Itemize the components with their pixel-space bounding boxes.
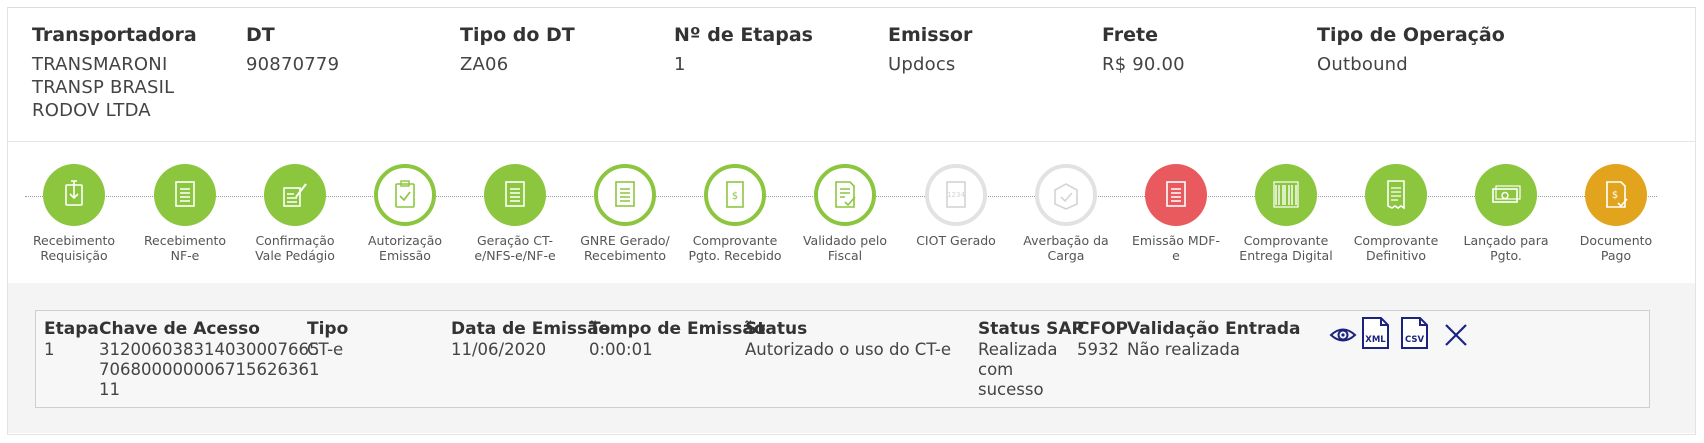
process-timeline: Recebimento Requisição Recebimento NF-e Conf… (8, 150, 1695, 280)
money-doc-icon: $ (726, 181, 744, 208)
eye-icon[interactable] (1328, 320, 1358, 350)
cell-data-emissao: 11/06/2020 (451, 340, 547, 359)
step-label-line: Documento (1579, 233, 1653, 248)
col-header-cfop: CFOP (1077, 319, 1128, 339)
step-status-circle: 1234 (925, 164, 987, 226)
etapa-table: Etapa Chave de Acesso Tipo Data de Emiss… (35, 310, 1650, 408)
document-icon (175, 181, 195, 207)
document-icon (615, 181, 635, 207)
col-header-etapa: Etapa (44, 319, 99, 339)
box-check-icon (1054, 183, 1078, 210)
step-status-circle (814, 164, 876, 226)
header-value: 90870779 (246, 54, 340, 75)
header-label: Tipo do DT (460, 24, 575, 46)
col-header-chave: Chave de Acesso (99, 319, 260, 339)
header-value: ZA06 (460, 54, 509, 75)
clipboard-check-icon (395, 180, 415, 208)
transport-header: Transportadora TRANSMARONI TRANSP BRASIL… (32, 22, 1692, 132)
receipt-icon (1387, 180, 1405, 210)
value-line: RODOV LTDA (32, 100, 151, 121)
chave-line: 706800000006715626361 (99, 360, 320, 379)
detail-section: Etapa Chave de Acesso Tipo Data de Emiss… (8, 283, 1695, 433)
document-icon (505, 181, 525, 207)
cell-status: Autorizado o uso do CT-e (745, 340, 952, 359)
header-num-etapas: Nº de Etapas 1 (674, 22, 894, 76)
col-header-status-sap: Status SAP (978, 319, 1084, 339)
header-label: Tipo de Operação (1317, 24, 1505, 46)
csv-label: CSV (1405, 335, 1425, 345)
svg-text:1234: 1234 (947, 191, 965, 199)
sign-form-icon (283, 183, 307, 207)
csv-file-icon[interactable]: CSV (1399, 316, 1429, 349)
timeline-step[interactable]: $ Documento Pago (1551, 164, 1681, 263)
document-icon (1166, 181, 1186, 207)
col-header-tipo: Tipo (307, 319, 349, 339)
header-value: TRANSMARONI TRANSP BRASIL RODOV LTDA (32, 53, 252, 122)
header-value: R$ 90.00 (1102, 54, 1185, 75)
step-status-circle (154, 164, 216, 226)
step-status-circle (264, 164, 326, 226)
header-label: Nº de Etapas (674, 24, 813, 46)
cell-chave-acesso: 312006038314030007665 706800000006715626… (99, 340, 319, 400)
header-tipo-dt: Tipo do DT ZA06 (460, 22, 680, 76)
step-status-circle (1255, 164, 1317, 226)
value-line: TRANSMARONI (32, 54, 168, 75)
col-header-status: Status (745, 319, 808, 339)
cell-validacao: Não realizada (1127, 340, 1241, 359)
step-status-circle (43, 164, 105, 226)
header-label: Emissor (888, 24, 973, 46)
svg-text:$: $ (1612, 190, 1618, 201)
ciot-doc-icon: 1234 (946, 181, 966, 208)
header-transportadora: Transportadora TRANSMARONI TRANSP BRASIL… (32, 22, 252, 122)
chave-line: 312006038314030007665 (99, 340, 320, 359)
step-status-circle (594, 164, 656, 226)
step-label-line: Pago (1600, 248, 1632, 263)
col-header-validacao: Validação Entrada (1127, 319, 1301, 339)
col-header-data-emissao: Data de Emissão (451, 319, 611, 339)
step-status-circle: $ (1585, 164, 1647, 226)
step-label: Documento Pago (1551, 233, 1681, 263)
cash-icon (1492, 185, 1521, 203)
step-status-circle: $ (704, 164, 766, 226)
header-label: Frete (1102, 24, 1158, 46)
status-sap-line: com (978, 360, 1014, 379)
section-divider (8, 141, 1695, 142)
barcode-doc-icon (1273, 181, 1299, 208)
cell-tempo-emissao: 0:00:01 (589, 340, 653, 359)
header-value: Updocs (888, 54, 956, 75)
step-status-circle (1475, 164, 1537, 226)
download-doc-icon (65, 180, 83, 206)
cell-cfop: 5932 (1077, 340, 1119, 359)
header-label: DT (246, 24, 275, 46)
cell-etapa: 1 (44, 340, 55, 359)
xml-label: XML (1365, 335, 1386, 345)
header-tipo-operacao: Tipo de Operação Outbound (1317, 22, 1537, 76)
step-status-circle (1145, 164, 1207, 226)
step-label-line: Fiscal (827, 248, 863, 263)
close-icon[interactable] (1441, 320, 1471, 350)
step-status-circle (484, 164, 546, 226)
header-value: 1 (674, 54, 686, 75)
status-sap-line: sucesso (978, 380, 1044, 399)
svg-text:$: $ (732, 191, 738, 202)
step-status-circle (1035, 164, 1097, 226)
header-dt: DT 90870779 (246, 22, 466, 76)
header-frete: Frete R$ 90.00 (1102, 22, 1322, 76)
doc-check-icon (835, 181, 856, 208)
header-emissor: Emissor Updocs (888, 22, 1108, 76)
cell-status-sap: Realizada com sucesso (978, 340, 1058, 400)
header-value: Outbound (1317, 54, 1408, 75)
value-line: TRANSP BRASIL (32, 77, 175, 98)
cell-tipo: CT-e (307, 340, 344, 359)
step-status-circle (1365, 164, 1427, 226)
chave-line: 11 (99, 380, 120, 399)
paid-doc-icon: $ (1606, 181, 1628, 208)
xml-file-icon[interactable]: XML (1360, 316, 1390, 349)
status-sap-line: Realizada (978, 340, 1058, 359)
step-status-circle (374, 164, 436, 226)
header-label: Transportadora (32, 24, 197, 46)
col-header-tempo-emissao: Tempo de Emissão (589, 319, 766, 339)
